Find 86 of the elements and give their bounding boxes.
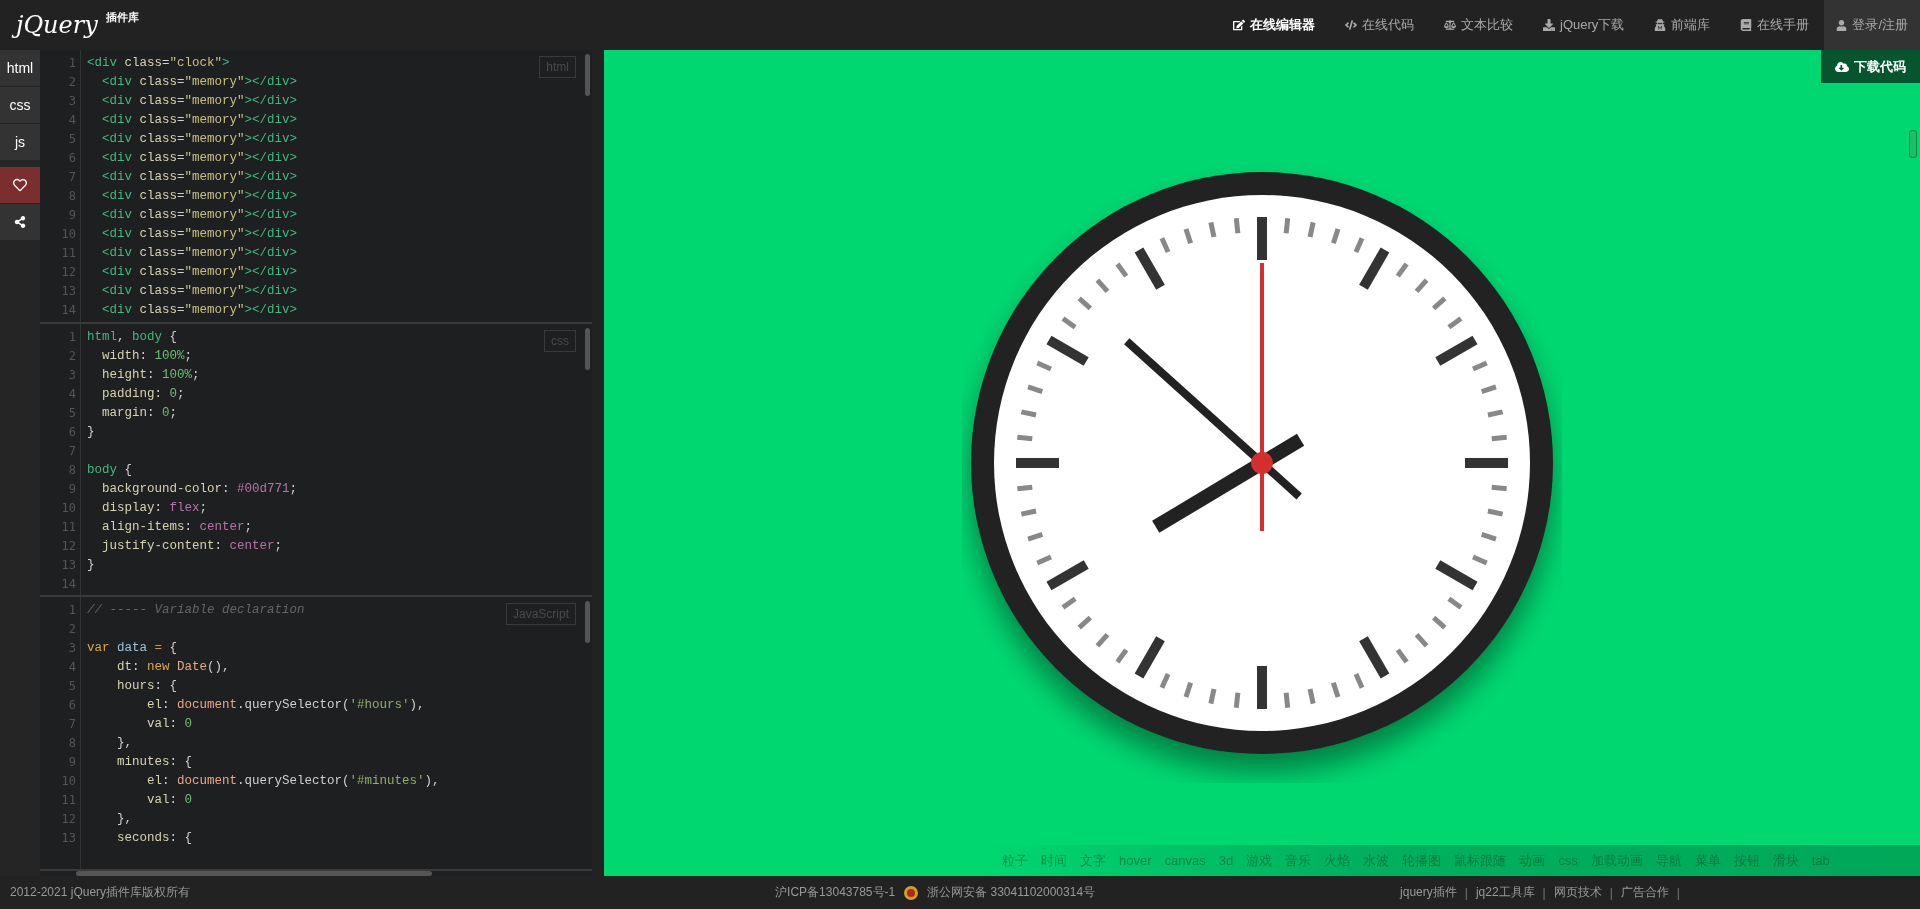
code-line: <div class="memory"></div> <box>101 188 298 205</box>
code-line: display: flex; <box>101 499 208 517</box>
footer-link[interactable]: jq22工具库 <box>1475 884 1535 901</box>
separator: | <box>1676 885 1680 900</box>
login-link[interactable]: 登录/注册 <box>1824 0 1920 50</box>
tag-link[interactable]: canvas <box>1164 853 1206 868</box>
code-line: <div class="memory"></div> <box>101 131 298 148</box>
code-line: hours: { <box>116 678 178 696</box>
scrollbar[interactable] <box>585 327 590 370</box>
separator: | <box>1609 885 1613 900</box>
code-line: <div class="memory"></div> <box>101 283 298 300</box>
scrollbar[interactable] <box>76 871 432 876</box>
scale-icon <box>1444 19 1457 31</box>
code-line: <div class="memory"></div> <box>101 264 298 281</box>
code-line: }, <box>116 811 132 829</box>
footer-link[interactable]: jquery插件 <box>1400 884 1457 901</box>
code-line: el: document.querySelector('#minutes'), <box>146 773 440 791</box>
code-line: align-items: center; <box>101 518 253 536</box>
code-line: }, <box>116 735 132 753</box>
code-line: var data = { <box>87 640 178 658</box>
user-icon <box>1836 19 1848 31</box>
separator: | <box>1464 885 1468 900</box>
tag-link[interactable]: 时间 <box>1041 851 1067 870</box>
share-button[interactable] <box>0 204 40 240</box>
code-line: <div class="memory"></div> <box>101 74 298 91</box>
tag-link[interactable]: 3d <box>1218 853 1234 868</box>
footer-link[interactable]: 网页技术 <box>1553 884 1602 901</box>
panel-tab[interactable]: js <box>0 124 40 160</box>
nav-link[interactable]: 在线编辑器 <box>1218 0 1331 50</box>
scrollbar[interactable] <box>1909 130 1917 158</box>
icp-link[interactable]: 沪ICP备13043785号-1 <box>775 884 896 901</box>
code-line: <div class="memory"></div> <box>101 169 298 186</box>
copyright: 2012-2021 jQuery插件库版权所有 <box>10 884 191 901</box>
tag-link[interactable]: 粒子 <box>1002 851 1028 870</box>
code-line: width: 100%; <box>101 347 193 365</box>
separator: | <box>1542 885 1546 900</box>
code-line: justify-content: center; <box>101 537 283 555</box>
nav-link[interactable]: jQuery下载 <box>1528 0 1640 50</box>
book-icon <box>1740 19 1753 31</box>
download-icon <box>1543 19 1556 31</box>
code-line: dt: new Date(), <box>116 659 230 677</box>
logo-caption: 插件库 <box>105 10 139 25</box>
scrollbar[interactable] <box>585 54 590 96</box>
code-line: background-color: #00d771; <box>101 480 298 498</box>
panel-tab[interactable]: html <box>0 50 40 86</box>
code-line: // ----- Variable declaration <box>87 602 305 620</box>
code-line: <div class="clock"> <box>87 55 230 72</box>
code-icon <box>1345 19 1358 31</box>
code-line: } <box>87 556 95 574</box>
nav-link[interactable]: 文本比较 <box>1429 0 1529 50</box>
share-icon <box>14 216 26 228</box>
code-line: minutes: { <box>116 754 193 772</box>
scrollbar[interactable] <box>585 601 590 644</box>
nav-link[interactable]: 在线手册 <box>1725 0 1825 50</box>
code-line: <div class="memory"></div> <box>101 226 298 243</box>
code-line: val: 0 <box>146 792 193 810</box>
code-editor[interactable] <box>40 50 592 324</box>
code-line: el: document.querySelector('#hours'), <box>146 697 425 715</box>
police-record-link[interactable]: 浙公网安备 33041102000314号 <box>927 884 1096 901</box>
code-line: seconds: { <box>116 830 193 848</box>
favorite-button[interactable] <box>0 167 40 203</box>
code-line: margin: 0; <box>101 404 178 422</box>
code-line: padding: 0; <box>101 385 185 403</box>
code-line: <div class="memory"></div> <box>101 93 298 110</box>
code-line: <div class="memory"></div> <box>101 112 298 129</box>
nav-link[interactable]: 在线代码 <box>1330 0 1430 50</box>
tag-link[interactable]: 文字 <box>1080 851 1106 870</box>
nav-link[interactable]: 前端库 <box>1639 0 1726 50</box>
code-line: } <box>87 423 95 441</box>
code-line: <div class="memory"></div> <box>101 302 298 319</box>
edit-icon <box>1233 19 1246 31</box>
heart-icon <box>13 178 27 192</box>
code-line: val: 0 <box>146 716 193 734</box>
download-code-button[interactable]: 下载代码 <box>1821 50 1920 83</box>
footer-link[interactable]: 广告合作 <box>1620 884 1669 901</box>
tag-link[interactable]: hover <box>1119 853 1152 868</box>
hat-figure-icon <box>1654 19 1667 31</box>
panel-tab[interactable]: css <box>0 87 40 123</box>
code-line: html, body { <box>87 328 178 346</box>
code-line: height: 100%; <box>101 366 200 384</box>
code-line: <div class="memory"></div> <box>101 150 298 167</box>
police-badge-icon <box>903 884 920 901</box>
code-line: body { <box>87 461 133 479</box>
code-line: <div class="memory"></div> <box>101 207 298 224</box>
cloud-download-icon <box>1835 59 1849 74</box>
code-line: <div class="memory"></div> <box>101 245 298 262</box>
